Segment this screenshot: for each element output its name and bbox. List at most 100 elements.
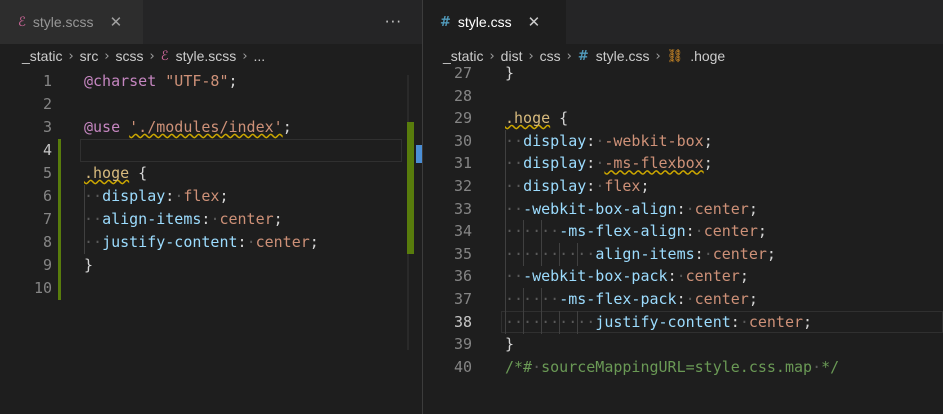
code-line[interactable]: 39} bbox=[423, 333, 943, 356]
line-number: 30 bbox=[453, 131, 472, 150]
code-token: "UTF-8" bbox=[165, 72, 229, 90]
code-token: · bbox=[174, 187, 184, 205]
left-code-editor[interactable]: 1 @charset "UTF-8"; 2 3 @use './modules/inde… bbox=[0, 68, 422, 414]
line-number: 29 bbox=[453, 109, 472, 128]
code-line[interactable]: 37 ······-ms-flex-pack:·center; bbox=[423, 288, 943, 311]
code-line[interactable]: 31 ··display:·-ms-flexbox; bbox=[423, 152, 943, 176]
indent-guide bbox=[505, 197, 506, 221]
code-line[interactable]: 32 ··display:·flex; bbox=[423, 175, 943, 198]
left-editor-pane: ℰ style.scss ✕ ··· _static › src › scss … bbox=[0, 0, 422, 414]
line-number: 28 bbox=[453, 86, 472, 105]
code-line[interactable]: 5 .hoge { bbox=[0, 162, 422, 185]
chevron-right-icon: › bbox=[68, 48, 74, 64]
code-token: align-items bbox=[595, 244, 695, 263]
code-line[interactable]: 6 ··display:·flex; bbox=[0, 185, 422, 208]
code-token: -ms-flexbox bbox=[604, 154, 704, 173]
breadcrumb-item-scss[interactable]: scss bbox=[116, 48, 144, 64]
code-line[interactable]: 2 bbox=[0, 93, 422, 116]
indent-guide bbox=[505, 220, 506, 244]
breadcrumb-item-file[interactable]: style.scss bbox=[176, 48, 237, 64]
code-token: ; bbox=[703, 154, 713, 173]
code-token: · bbox=[812, 357, 822, 376]
code-line[interactable]: 27} bbox=[423, 62, 943, 85]
code-token: -ms-flex-pack bbox=[559, 290, 677, 308]
code-line[interactable]: 36 ··-webkit-box-pack:·center; bbox=[423, 265, 943, 289]
code-token: justify-content bbox=[102, 233, 238, 251]
code-token: : bbox=[730, 312, 740, 331]
tab-label: style.scss bbox=[32, 14, 94, 30]
indent-guide bbox=[523, 288, 525, 311]
indent-guide bbox=[84, 185, 85, 208]
code-token: : bbox=[165, 187, 175, 205]
code-token: : bbox=[694, 244, 704, 263]
code-token: · bbox=[739, 312, 749, 331]
code-token: · bbox=[532, 357, 542, 376]
indent-guide bbox=[541, 288, 543, 311]
breadcrumb-item-static[interactable]: _static bbox=[22, 48, 62, 64]
indent-guide bbox=[577, 310, 579, 334]
code-token: · bbox=[595, 154, 605, 173]
code-line[interactable]: 10 bbox=[0, 277, 422, 300]
close-icon[interactable]: ✕ bbox=[528, 13, 541, 31]
code-token: ; bbox=[757, 222, 767, 241]
current-line-highlight bbox=[80, 139, 402, 162]
code-line[interactable]: 7 ··align-items:·center; bbox=[0, 208, 422, 231]
code-token: · bbox=[595, 177, 605, 195]
code-line[interactable]: 35 ··········align-items:·center; bbox=[423, 242, 943, 266]
breadcrumb-item-more[interactable]: ... bbox=[254, 48, 266, 64]
code-line[interactable]: 4 bbox=[0, 139, 422, 162]
code-line[interactable]: 1 @charset "UTF-8"; bbox=[0, 70, 422, 93]
code-content: ··display:·-ms-flexbox; bbox=[505, 152, 713, 175]
code-line[interactable]: 33 ··-webkit-box-align:·center; bbox=[423, 197, 943, 221]
tab-style-css[interactable]: # style.css ✕ bbox=[423, 0, 566, 44]
line-number: 38 bbox=[453, 312, 472, 331]
left-gutter-modified-indicator bbox=[58, 139, 61, 300]
chevron-right-icon: › bbox=[242, 48, 248, 64]
code-token: center bbox=[255, 233, 310, 251]
code-content: ······-ms-flex-align:·center; bbox=[505, 220, 767, 243]
code-token: ; bbox=[703, 131, 713, 150]
code-token: ; bbox=[273, 210, 283, 228]
breadcrumb-item-src[interactable]: src bbox=[80, 48, 99, 64]
code-line[interactable]: 29 .hoge { bbox=[423, 107, 943, 130]
code-token: ; bbox=[640, 177, 650, 195]
indent-guide bbox=[84, 208, 85, 231]
code-line[interactable]: 28 bbox=[423, 85, 943, 108]
tab-style-scss[interactable]: ℰ style.scss ✕ bbox=[0, 0, 143, 44]
code-line[interactable]: 40/*#·sourceMappingURL=style.css.map·*/ bbox=[423, 356, 943, 379]
code-token: ·· bbox=[505, 267, 524, 286]
sass-icon: ℰ bbox=[18, 14, 26, 30]
code-line[interactable]: 34 ······-ms-flex-align:·center; bbox=[423, 220, 943, 244]
code-content: ··display:·-webkit-box; bbox=[505, 130, 713, 153]
tab-label: style.css bbox=[457, 14, 512, 30]
close-icon[interactable]: ✕ bbox=[110, 13, 123, 31]
indent-guide bbox=[559, 310, 561, 334]
code-line[interactable]: 30 ··display:·-webkit-box; bbox=[423, 129, 943, 153]
indent-guide bbox=[505, 129, 506, 153]
code-content: ··display:·flex; bbox=[505, 175, 650, 198]
code-token: flex bbox=[183, 187, 220, 205]
code-token: justify-content bbox=[595, 312, 731, 331]
line-number: 39 bbox=[453, 335, 472, 354]
code-line[interactable]: 9} bbox=[0, 254, 422, 277]
code-token: : bbox=[586, 131, 596, 150]
code-token: ; bbox=[739, 267, 749, 286]
indent-guide bbox=[577, 242, 579, 266]
code-content: @use './modules/index'; bbox=[84, 116, 292, 139]
code-line[interactable]: 38 ··········justify-content:·center; bbox=[423, 310, 943, 334]
line-number: 4 bbox=[42, 141, 52, 159]
left-tab-bar: ℰ style.scss ✕ ··· bbox=[0, 0, 422, 44]
code-token: : bbox=[586, 177, 596, 195]
code-content: ··display:·flex; bbox=[84, 185, 229, 208]
code-line[interactable]: 3 @use './modules/index'; bbox=[0, 116, 422, 139]
indent-guide bbox=[84, 231, 85, 254]
indent-guide bbox=[523, 242, 525, 266]
indent-guide bbox=[541, 220, 543, 244]
code-token: · bbox=[246, 233, 256, 251]
more-actions-icon[interactable]: ··· bbox=[385, 13, 402, 31]
line-number: 40 bbox=[453, 357, 472, 376]
right-code-editor[interactable]: 27} 28 29 .hoge {30 ··display:·-webkit-box; 3… bbox=[423, 64, 943, 414]
code-content: ······-ms-flex-pack:·center; bbox=[505, 288, 758, 311]
code-line[interactable]: 8 ··justify-content:·center; bbox=[0, 231, 422, 254]
